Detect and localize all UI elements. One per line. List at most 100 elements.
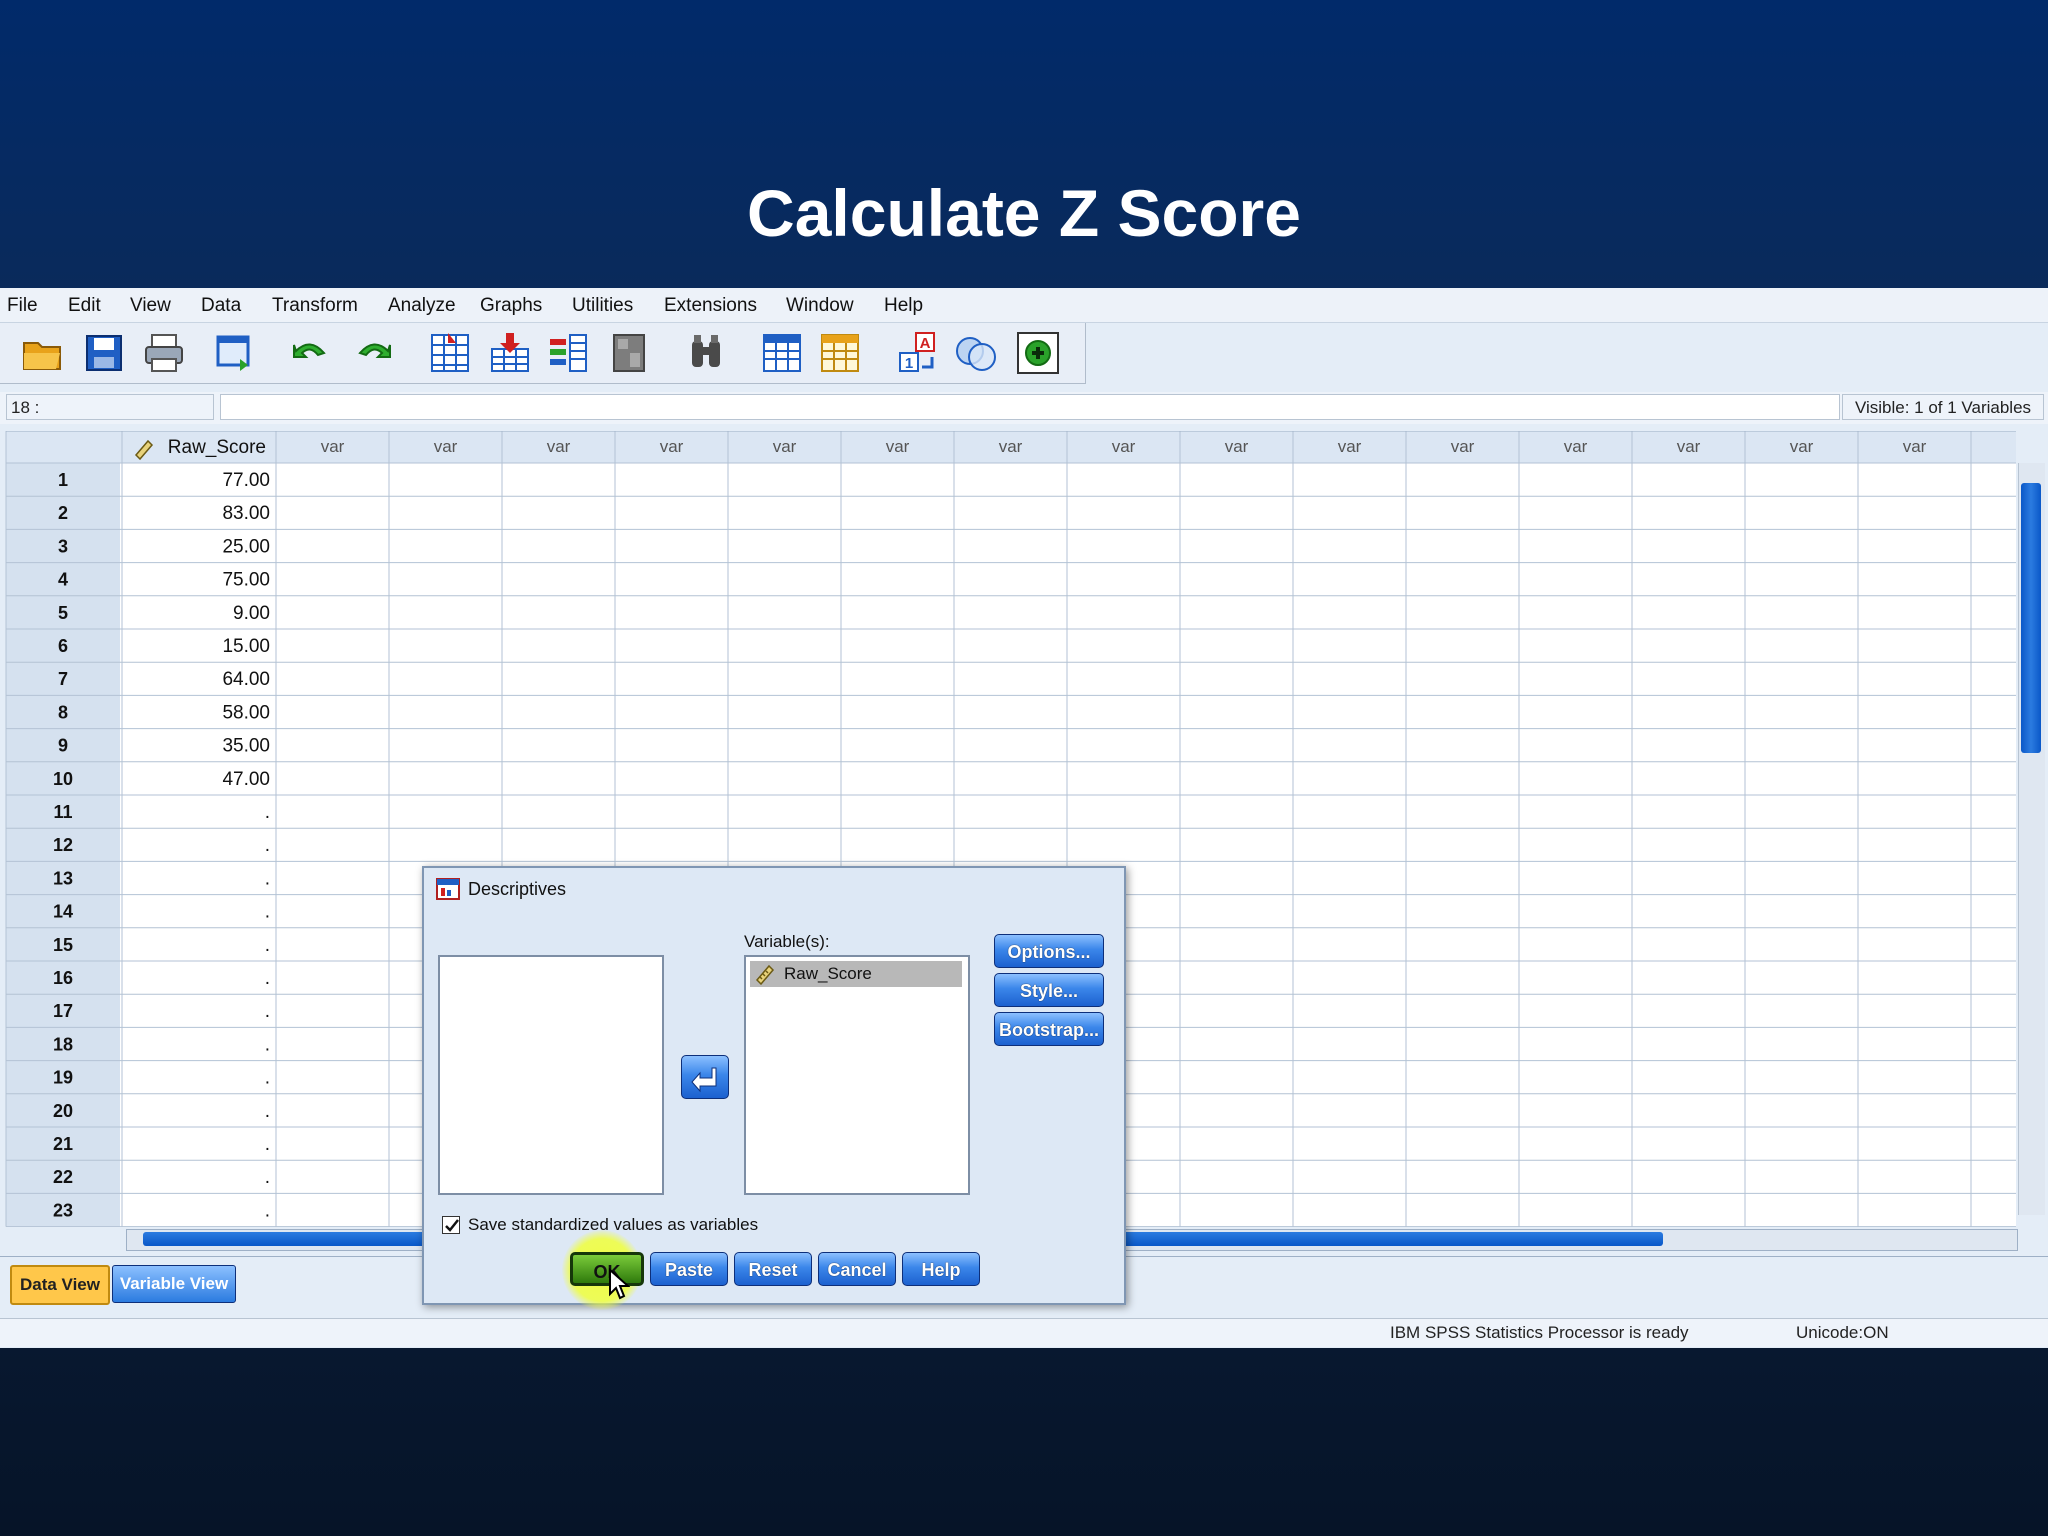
run-descriptives-icon[interactable] (608, 331, 652, 375)
source-variable-list[interactable] (438, 955, 664, 1195)
cell-raw-score[interactable]: 47.00 (222, 769, 270, 790)
row-number[interactable]: 14 (53, 902, 73, 922)
menu-utilities[interactable]: Utilities (572, 295, 633, 317)
spell-check-icon[interactable] (1016, 331, 1060, 375)
selected-variables-list[interactable]: Raw_Score (744, 955, 970, 1195)
row-number[interactable]: 6 (58, 636, 68, 656)
row-number[interactable]: 21 (53, 1134, 73, 1154)
row-number[interactable]: 5 (58, 603, 68, 623)
row-number[interactable]: 13 (53, 868, 73, 888)
column-header-var[interactable]: var (1338, 437, 1362, 456)
row-number[interactable]: 16 (53, 968, 73, 988)
cell-raw-score[interactable]: . (265, 1200, 270, 1221)
undo-icon[interactable] (288, 331, 332, 375)
recall-dialog-icon[interactable] (214, 331, 258, 375)
menu-data[interactable]: Data (201, 295, 241, 317)
cell-raw-score[interactable]: . (265, 1134, 270, 1155)
column-header-var[interactable]: var (1225, 437, 1249, 456)
menu-transform[interactable]: Transform (272, 295, 358, 317)
tab-data-view[interactable]: Data View (10, 1265, 110, 1305)
column-header-var[interactable]: var (547, 437, 571, 456)
column-header-var[interactable]: var (1903, 437, 1927, 456)
menu-view[interactable]: View (130, 295, 171, 317)
row-number[interactable]: 3 (58, 536, 68, 556)
cell-raw-score[interactable]: . (265, 1068, 270, 1089)
row-number[interactable]: 4 (58, 570, 68, 590)
paste-button[interactable]: Paste (650, 1252, 728, 1286)
column-header-var[interactable]: var (1112, 437, 1136, 456)
column-header-var[interactable]: var (1564, 437, 1588, 456)
column-header-var[interactable]: var (999, 437, 1023, 456)
save-standardized-checkbox[interactable] (442, 1216, 460, 1234)
column-header-var[interactable]: var (773, 437, 797, 456)
cell-raw-score[interactable]: 25.00 (222, 536, 270, 557)
cell-raw-score[interactable]: . (265, 968, 270, 989)
bootstrap-button[interactable]: Bootstrap... (994, 1012, 1104, 1046)
cell-raw-score[interactable]: 58.00 (222, 702, 270, 723)
row-number[interactable]: 19 (53, 1068, 73, 1088)
cell-raw-score[interactable]: . (265, 835, 270, 856)
options-button[interactable]: Options... (994, 934, 1104, 968)
menu-graphs[interactable]: Graphs (480, 295, 542, 317)
cell-raw-score[interactable]: 75.00 (222, 570, 270, 591)
row-number[interactable]: 18 (53, 1034, 73, 1054)
cell-raw-score[interactable]: . (265, 902, 270, 923)
vertical-scroll-thumb[interactable] (2021, 483, 2041, 753)
row-number[interactable]: 9 (58, 736, 68, 756)
cell-raw-score[interactable]: 83.00 (222, 503, 270, 524)
find-icon[interactable] (684, 331, 728, 375)
column-header-raw-score[interactable]: Raw_Score (168, 437, 266, 458)
row-number[interactable]: 22 (53, 1167, 73, 1187)
column-header-var[interactable]: var (434, 437, 458, 456)
variables-icon[interactable] (546, 331, 590, 375)
menu-file[interactable]: File (7, 295, 38, 317)
column-header-var[interactable]: var (321, 437, 345, 456)
cell-raw-score[interactable]: . (265, 802, 270, 823)
use-sets-icon[interactable] (954, 331, 998, 375)
column-header-var[interactable]: var (1790, 437, 1814, 456)
row-number[interactable]: 23 (53, 1200, 73, 1220)
tab-variable-view[interactable]: Variable View (112, 1265, 236, 1303)
menu-edit[interactable]: Edit (68, 295, 101, 317)
cancel-button[interactable]: Cancel (818, 1252, 896, 1286)
cell-raw-score[interactable]: . (265, 1034, 270, 1055)
menu-analyze[interactable]: Analyze (388, 295, 456, 317)
cell-raw-score[interactable]: . (265, 1167, 270, 1188)
ok-button[interactable]: OK (570, 1252, 644, 1286)
row-number[interactable]: 17 (53, 1001, 73, 1021)
cell-raw-score[interactable]: 15.00 (222, 636, 270, 657)
goto-case-icon[interactable] (428, 331, 472, 375)
menu-window[interactable]: Window (786, 295, 854, 317)
row-number[interactable]: 8 (58, 702, 68, 722)
row-number[interactable]: 20 (53, 1101, 73, 1121)
cell-raw-score[interactable]: 35.00 (222, 736, 270, 757)
insert-variable-icon[interactable] (818, 331, 862, 375)
cell-raw-score[interactable]: 64.00 (222, 669, 270, 690)
save-icon[interactable] (82, 331, 126, 375)
row-number[interactable]: 1 (58, 470, 68, 490)
row-number[interactable]: 12 (53, 835, 73, 855)
cell-raw-score[interactable]: . (265, 1001, 270, 1022)
cell-raw-score[interactable]: . (265, 1101, 270, 1122)
value-labels-icon[interactable]: A1 (896, 331, 940, 375)
reset-button[interactable]: Reset (734, 1252, 812, 1286)
print-icon[interactable] (142, 331, 186, 375)
move-variable-button[interactable] (681, 1055, 729, 1099)
help-button[interactable]: Help (902, 1252, 980, 1286)
insert-cases-icon[interactable] (760, 331, 804, 375)
vertical-scrollbar[interactable] (2018, 463, 2045, 1215)
row-number[interactable]: 10 (53, 769, 73, 789)
column-header-var[interactable]: var (886, 437, 910, 456)
selected-variable-item[interactable]: Raw_Score (750, 961, 962, 987)
redo-icon[interactable] (352, 331, 396, 375)
cell-raw-score[interactable]: 77.00 (222, 470, 270, 491)
cell-raw-score[interactable]: 9.00 (233, 603, 270, 624)
row-number[interactable]: 7 (58, 669, 68, 689)
row-number[interactable]: 11 (53, 802, 72, 822)
menu-help[interactable]: Help (884, 295, 923, 317)
goto-variable-icon[interactable] (488, 331, 532, 375)
column-header-var[interactable]: var (1677, 437, 1701, 456)
open-icon[interactable] (20, 331, 64, 375)
row-number[interactable]: 15 (53, 935, 73, 955)
menu-extensions[interactable]: Extensions (664, 295, 757, 317)
